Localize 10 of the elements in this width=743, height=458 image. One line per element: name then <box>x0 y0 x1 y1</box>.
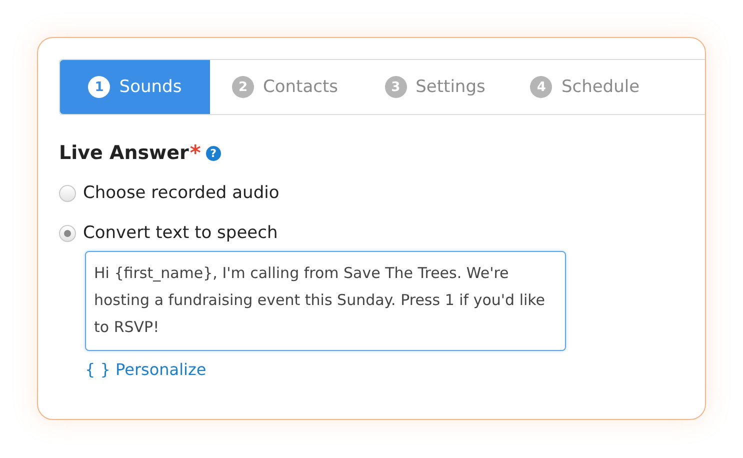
required-mark: * <box>190 141 201 165</box>
personalize-link[interactable]: { } Personalize <box>85 360 206 379</box>
step-tab[interactable]: 1 Sounds <box>60 60 210 114</box>
option-label: Convert text to speech <box>83 223 278 243</box>
message-field[interactable]: Hi {first_name}, I'm calling from Save The Trees. We're hosting a fundraising event this Sunday. Press 1 if you'd like to RSVP! <box>85 251 566 351</box>
option-label: Choose recorded audio <box>83 183 280 203</box>
section-title: Live Answer <box>59 142 189 164</box>
radio-button[interactable] <box>59 184 76 202</box>
radio-button[interactable] <box>59 224 76 242</box>
help-icon[interactable]: ? <box>206 146 221 160</box>
